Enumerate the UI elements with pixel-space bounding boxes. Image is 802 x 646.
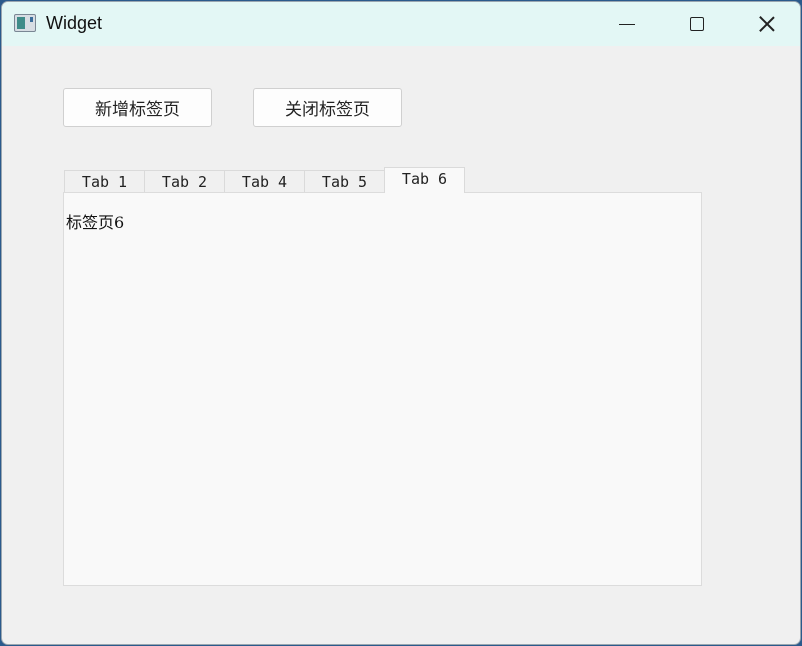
tab-2[interactable]: Tab 2: [144, 170, 225, 193]
tab-page: 标签页6: [63, 192, 702, 586]
close-icon: [759, 16, 775, 32]
tab-1[interactable]: Tab 1: [64, 170, 145, 193]
tab-5[interactable]: Tab 5: [304, 170, 385, 193]
maximize-button[interactable]: [662, 2, 732, 46]
add-tab-button[interactable]: 新增标签页: [63, 88, 212, 127]
minimize-icon: [619, 23, 635, 25]
window-title: Widget: [46, 13, 103, 33]
maximize-icon: [690, 17, 704, 31]
tab-6[interactable]: Tab 6: [384, 167, 465, 193]
app-window-icon: [14, 14, 36, 32]
title-bar[interactable]: Widget: [2, 2, 800, 46]
close-tab-button[interactable]: 关闭标签页: [253, 88, 402, 127]
tab-bar: Tab 1 Tab 2 Tab 4 Tab 5 Tab 6: [64, 167, 465, 193]
main-window: Widget 新增标签页 关闭标签页 Tab 1 Tab 2 Tab 4 Tab…: [1, 1, 801, 645]
minimize-button[interactable]: [592, 2, 662, 46]
tab-4[interactable]: Tab 4: [224, 170, 305, 193]
close-window-button[interactable]: [732, 2, 800, 46]
tab-page-label: 标签页6: [66, 213, 125, 232]
